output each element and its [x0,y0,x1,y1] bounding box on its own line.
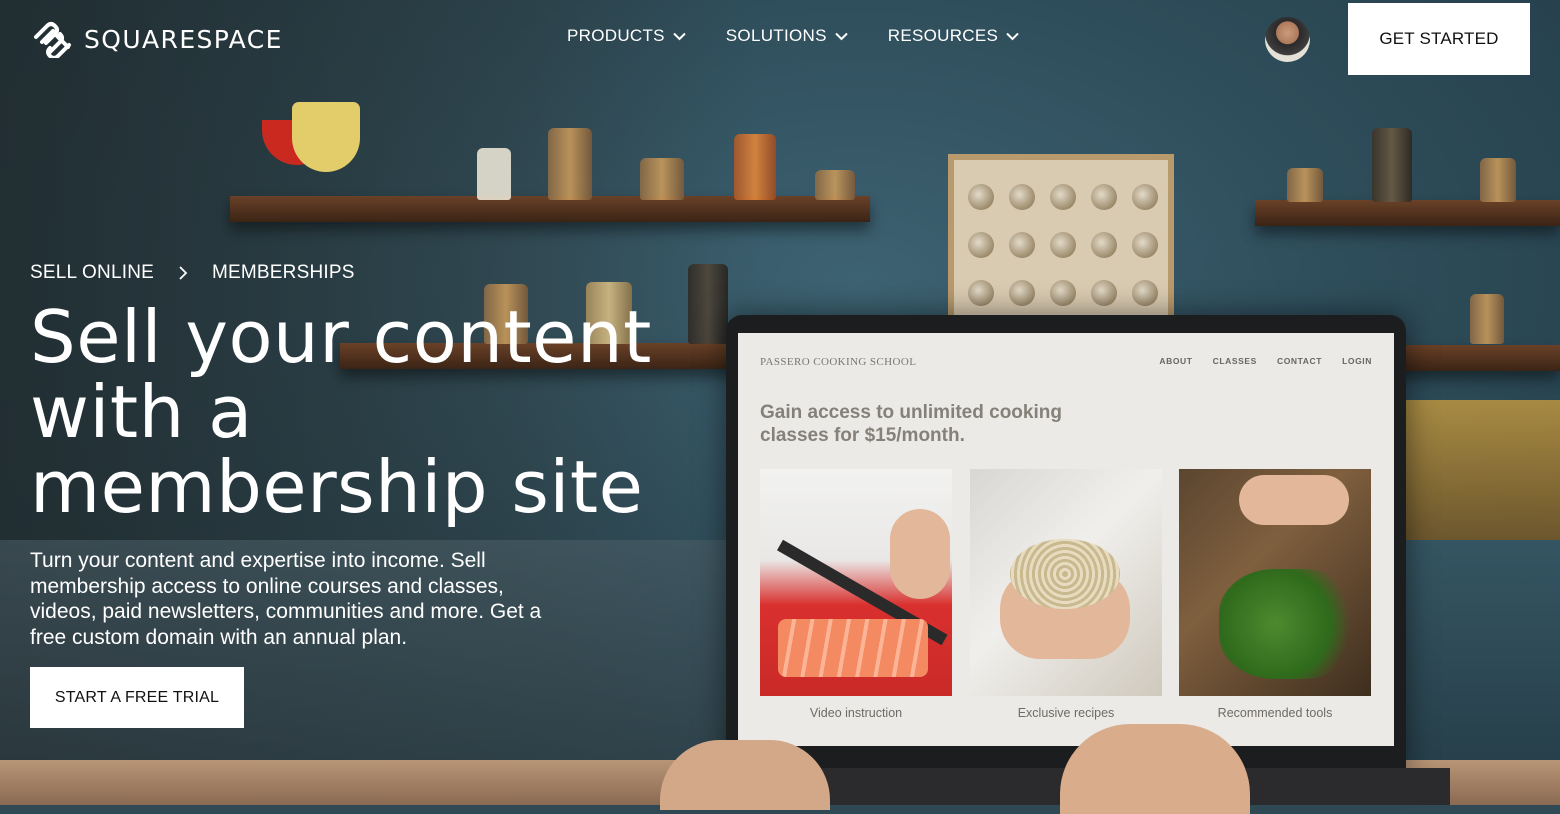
breadcrumb-current: MEMBERSHIPS [212,262,355,283]
yellow-bowl [292,102,360,172]
breadcrumb-parent-link[interactable]: SELL ONLINE [30,262,154,284]
jar [734,134,776,200]
jar [640,158,684,200]
jar [1480,158,1516,202]
mock-nav-contact: CONTACT [1276,356,1323,366]
wall-shelf [1255,200,1560,226]
typing-hand-right [1060,724,1250,814]
nav-solutions[interactable]: SOLUTIONS [726,26,848,46]
mock-nav-about: ABOUT [1159,356,1193,366]
mock-site-logo: PASSERO COOKING SCHOOL [760,356,917,368]
nav-resources[interactable]: RESOURCES [888,26,1019,46]
mock-nav-classes: CLASSES [1212,356,1257,366]
mock-nav-login: LOGIN [1342,356,1372,366]
nav-label: PRODUCTS [567,26,665,45]
laptop-screen: PASSERO COOKING SCHOOL ABOUT CLASSES CON… [738,333,1394,746]
site-header: SQUARESPACE PRODUCTS SOLUTIONS RESOURCES… [0,0,1560,78]
chef-hand [890,509,950,599]
nav-label: RESOURCES [887,26,999,45]
jar [815,170,855,200]
jar [477,148,511,200]
main-nav: PRODUCTS SOLUTIONS RESOURCES [567,26,1019,46]
user-avatar[interactable] [1265,17,1310,62]
background-counter [1400,540,1560,760]
jar [548,128,592,200]
brand-name: SQUARESPACE [84,24,283,54]
mock-card-image-herbs [1179,469,1371,696]
fresh-pasta [1010,539,1120,609]
chevron-down-icon [835,32,848,40]
chopped-herbs [1219,569,1359,679]
typing-hand-left [660,740,830,810]
mock-card-image-pasta [970,469,1162,696]
chevron-down-icon [673,32,686,40]
hero-subtext: Turn your content and expertise into inc… [30,549,542,649]
mock-card-label: Exclusive recipes [1017,706,1115,720]
start-free-trial-button[interactable]: START A FREE TRIAL [30,667,244,728]
jar [1470,294,1504,344]
mock-site-nav: ABOUT CLASSES CONTACT LOGIN [1159,356,1372,366]
mock-card-label: Recommended tools [1217,706,1333,720]
get-started-button[interactable]: GET STARTED [1348,3,1530,75]
breadcrumb: SELL ONLINE MEMBERSHIPS [30,262,355,284]
spice-rack [948,154,1174,324]
chevron-right-icon [179,266,188,280]
hero-headline: Sell your content with a membership site [30,295,652,529]
mock-site-headline: Gain access to unlimited cooking classes… [760,402,1062,446]
chevron-down-icon [1006,32,1019,40]
nav-label: SOLUTIONS [725,26,827,45]
squarespace-logo-icon [34,22,71,58]
hand [1239,475,1349,525]
wall-shelf [1390,345,1560,371]
jar [1287,168,1323,202]
salmon-fillet [778,619,928,677]
mock-card-label: Video instruction [809,706,903,720]
brand-logo[interactable]: SQUARESPACE [30,20,283,58]
background-shelf-items [1405,400,1560,540]
nav-products[interactable]: PRODUCTS [567,26,686,46]
jar [1372,128,1412,202]
mock-card-image-salmon [760,469,952,696]
